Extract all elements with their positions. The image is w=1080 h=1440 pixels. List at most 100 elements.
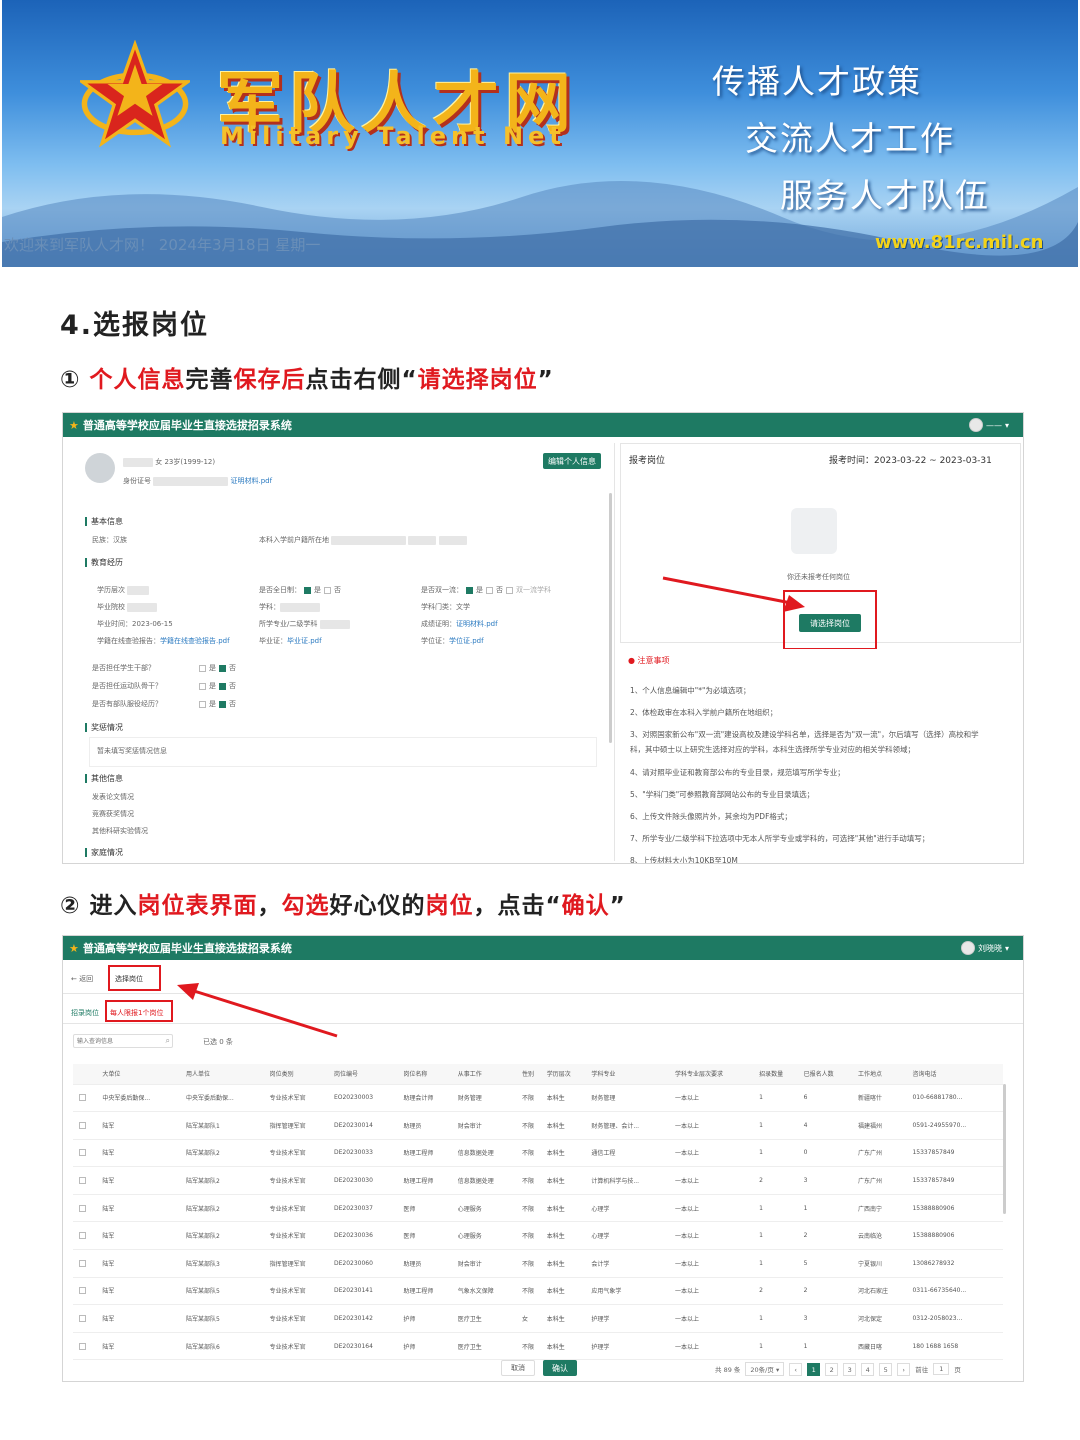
goto-unit: 页 [954, 1366, 961, 1374]
row-checkbox[interactable] [79, 1232, 86, 1240]
user-name: 刘晓晓 [977, 943, 1002, 953]
table-cell: DE20230141 [330, 1277, 401, 1306]
checkbox[interactable] [324, 586, 331, 594]
table-cell: 陆军某部队2 [183, 1166, 267, 1195]
table-cell: 0312-2058023... [909, 1304, 1003, 1333]
edit-profile-button[interactable]: 编辑个人信息 [543, 453, 601, 469]
avatar [960, 941, 975, 955]
scrollbar[interactable] [1003, 1084, 1006, 1214]
tab-positions[interactable]: 招录岗位 [71, 1008, 99, 1018]
goto-input[interactable]: 1 [933, 1363, 950, 1375]
diploma-link[interactable]: 毕业证.pdf [287, 637, 322, 645]
page-5[interactable]: 5 [879, 1362, 893, 1376]
table-cell: 3 [800, 1166, 856, 1195]
table-cell: 一本以上 [671, 1332, 757, 1361]
page-4[interactable]: 4 [861, 1362, 875, 1376]
welcome-text: 欢迎来到军队人才网！ 2024年3月18日 星期一 [4, 236, 321, 254]
table-row[interactable]: 陆军 陆军某部队2 专业技术军官 DE20230037 医师 心理服务 不限 本科生 心理学 一本… [73, 1194, 1003, 1223]
table-cell: DE20230030 [330, 1166, 401, 1195]
table-cell: 6 [800, 1084, 856, 1113]
row-checkbox[interactable] [79, 1094, 86, 1102]
page-1[interactable]: 1 [807, 1362, 821, 1376]
row-checkbox[interactable] [79, 1287, 86, 1295]
page-3[interactable]: 3 [843, 1362, 857, 1376]
cancel-button[interactable]: 取消 [501, 1360, 535, 1376]
table-cell: 专业技术军官 [266, 1221, 331, 1251]
checkbox[interactable] [219, 700, 226, 708]
confirm-button[interactable]: 确认 [543, 1360, 577, 1376]
table-row[interactable]: 陆军 陆军某部队5 专业技术军官 DE20230141 助理工程师 气象水文保障 不限 本科生… [73, 1277, 1003, 1306]
ethnicity: 民族：汉族 [92, 536, 127, 544]
notes-title-text: 注意事项 [637, 656, 670, 665]
checkbox[interactable] [466, 586, 473, 594]
page-2[interactable]: 2 [825, 1362, 839, 1376]
user-menu[interactable]: —— ▾ [968, 418, 1009, 432]
proof-file-link[interactable]: 证明材料.pdf [230, 477, 272, 485]
row-checkbox-cell [73, 1277, 100, 1306]
option-yes: 是 [209, 682, 216, 690]
degree-link[interactable]: 学位证.pdf [449, 637, 484, 645]
table-row[interactable]: 陆军 陆军某部队2 专业技术军官 DE20230036 医师 心理服务 不限 本科生 心理学 一本… [73, 1221, 1003, 1251]
online-report-link[interactable]: 学籍在线查验报告.pdf [160, 637, 230, 645]
back-link[interactable]: ← 返回 [71, 974, 93, 984]
prev-page-icon[interactable]: ‹ [789, 1362, 803, 1376]
checkbox[interactable] [199, 700, 206, 708]
user-menu[interactable]: 刘晓晓 ▾ [960, 941, 1009, 955]
table-cell: 陆军 [99, 1304, 184, 1333]
row-checkbox[interactable] [79, 1204, 86, 1212]
table-cell: 本科生 [543, 1277, 589, 1306]
row-checkbox[interactable] [79, 1342, 86, 1350]
page-size-value: 20条/页 [750, 1366, 774, 1374]
table-row[interactable]: 陆军 陆军某部队6 专业技术军官 DE20230164 护师 医疗卫生 不限 本科生 护理学 一本… [73, 1332, 1003, 1361]
next-page-icon[interactable]: › [897, 1362, 911, 1376]
apply-time-label: 报考时间： [829, 456, 875, 466]
checkbox[interactable] [219, 664, 226, 672]
table-row[interactable]: 陆军 陆军某部队2 专业技术军官 DE20230030 助理工程师 信息数据处理 不限 本科生… [73, 1166, 1003, 1195]
section-family: 家庭情况 [85, 848, 123, 857]
table-row[interactable]: 陆军 陆军某部队2 专业技术军官 DE20230033 助理工程师 信息数据处理 不限 本科生… [73, 1139, 1003, 1168]
page-size-select[interactable]: 20条/页 ▾ [745, 1362, 785, 1376]
table-cell: 一本以上 [671, 1249, 757, 1278]
search-icon[interactable]: ⌕ [166, 1036, 170, 1046]
chevron-down-icon: ▾ [1004, 420, 1009, 430]
section-awards: 奖惩情况 [85, 723, 123, 732]
step-text: ， [257, 893, 282, 919]
emblem-icon: ★ [69, 418, 79, 432]
search-box[interactable]: ⌕ [73, 1034, 173, 1048]
row-checkbox[interactable] [79, 1259, 86, 1267]
table-cell: 2 [800, 1277, 856, 1306]
row-checkbox-cell [73, 1249, 100, 1278]
checkbox[interactable] [199, 664, 206, 672]
table-cell: 陆军某部队3 [183, 1249, 267, 1278]
column-header: 学历层次 [543, 1064, 589, 1085]
checkbox[interactable] [506, 586, 513, 594]
profile-screenshot: ★ 普通高等学校应届毕业生直接选拔招录系统 —— ▾ 女 23岁(1999-12)… [62, 412, 1024, 864]
step-text: 好心仪的 [329, 893, 426, 919]
note-item: 3、对照国家新公布"双一流"建设高校及建设学科名单，选择是否为"双一流"，尔后填… [630, 730, 979, 739]
checkbox[interactable] [304, 586, 311, 594]
table-row[interactable]: 陆军 陆军某部队3 指挥管理军官 DE20230060 助理员 财会审计 不限 本科生 会计学一… [73, 1249, 1003, 1278]
scrollbar[interactable] [609, 493, 612, 743]
table-cell: 专业技术军官 [266, 1166, 331, 1195]
row-checkbox[interactable] [79, 1121, 86, 1129]
score-link[interactable]: 证明材料.pdf [456, 620, 498, 628]
row-checkbox[interactable] [79, 1177, 86, 1185]
row-checkbox[interactable] [79, 1149, 86, 1157]
table-cell: 陆军 [99, 1277, 184, 1306]
table-cell: 通信工程 [588, 1139, 672, 1168]
checkbox[interactable] [199, 682, 206, 690]
table-cell: 会计学 [588, 1249, 672, 1278]
row-checkbox[interactable] [79, 1315, 86, 1323]
table-row[interactable]: 陆军 陆军某部队5 专业技术军官 DE20230142 护师 医疗卫生女本科生 护理学 一本以… [73, 1304, 1003, 1333]
site-url[interactable]: www.81rc.mil.cn [875, 232, 1043, 253]
table-cell: 不限 [519, 1084, 544, 1113]
checkbox[interactable] [219, 682, 226, 690]
checkbox[interactable] [486, 586, 493, 594]
table-row[interactable]: 陆军 陆军某部队1 指挥管理军官 DE20230014 助理员 财会审计 不限 本科生 财务管理… [73, 1111, 1003, 1140]
table-cell: 本科生 [543, 1249, 589, 1278]
table-cell: 1 [756, 1194, 801, 1223]
table-row[interactable]: 中央军委后勤保... 中央军委后勤保... 专业技术军官 EO20230003 助理会计… [73, 1084, 1003, 1113]
table-cell: 1 [800, 1332, 856, 1361]
back-label: 返回 [79, 975, 94, 983]
search-input[interactable] [74, 1035, 158, 1047]
